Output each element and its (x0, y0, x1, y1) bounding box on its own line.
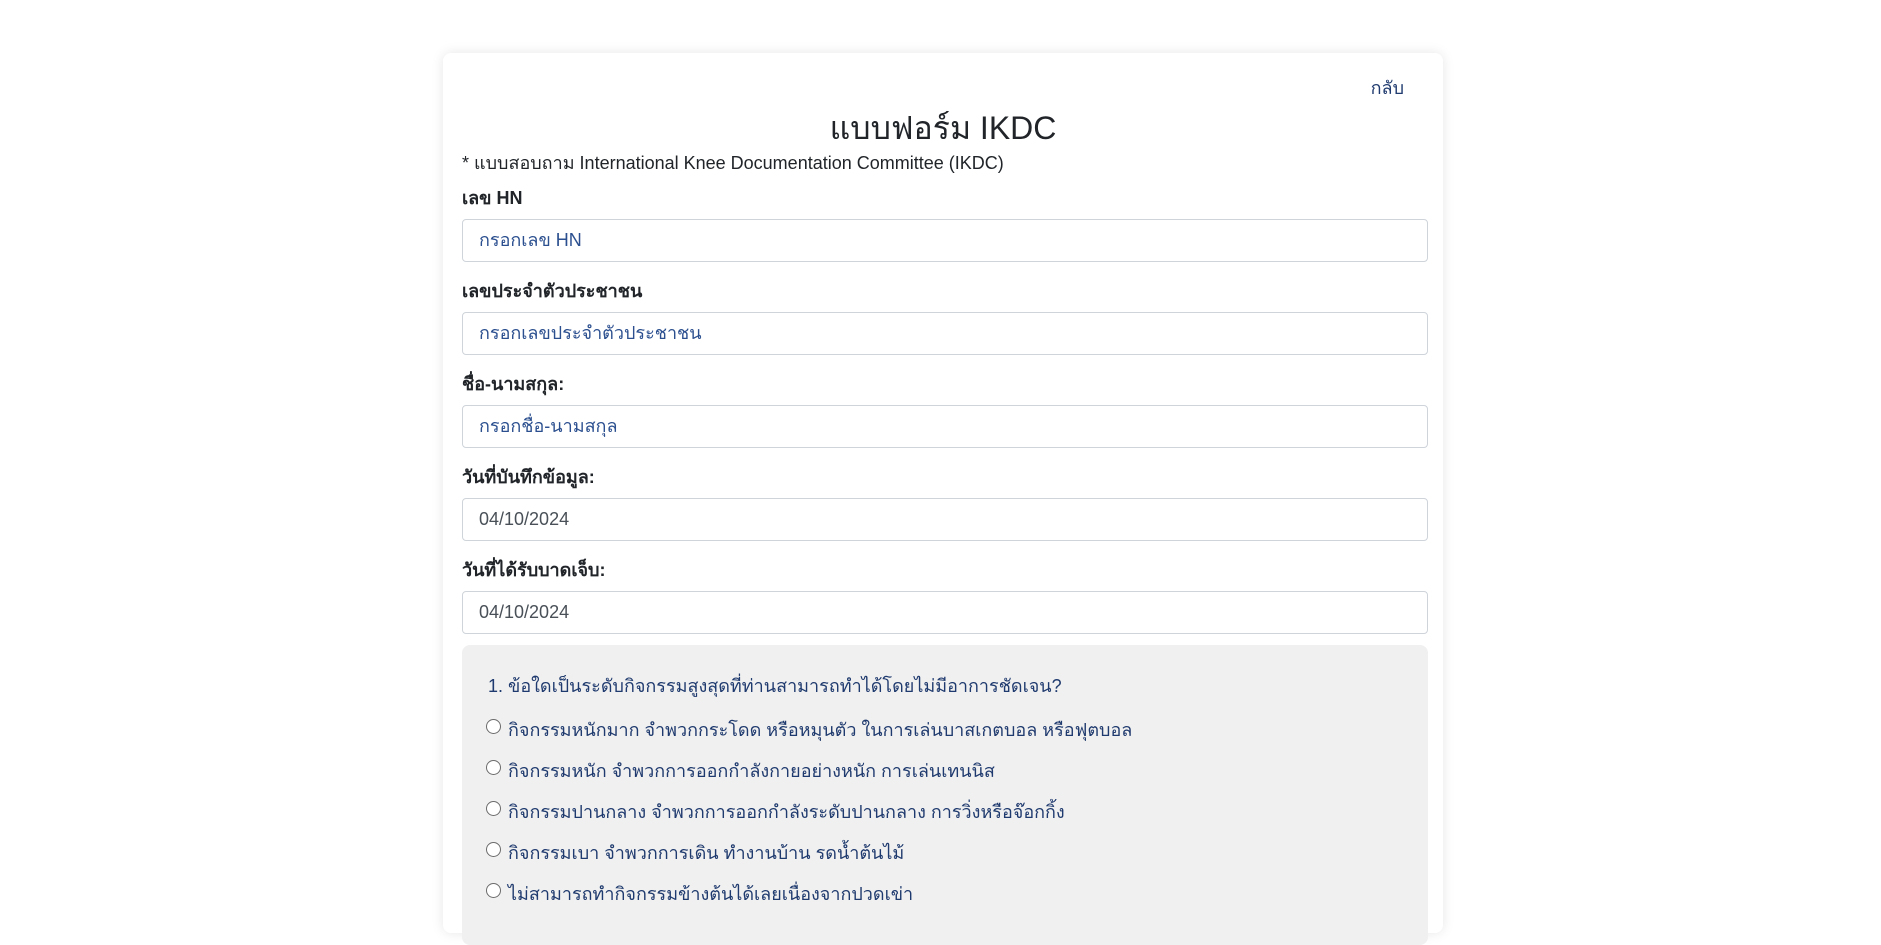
radio-button[interactable] (486, 801, 501, 816)
question-1-text: 1. ข้อใดเป็นระดับกิจกรรมสูงสุดที่ท่านสาม… (488, 676, 1062, 696)
form-subtitle: * แบบสอบถาม International Knee Documenta… (462, 153, 1004, 173)
hn-field-group: เลข HN (462, 183, 1428, 262)
radio-button[interactable] (486, 719, 501, 734)
citizen-id-label: เลขประจำตัวประชาชน (462, 281, 643, 301)
option-label: กิจกรรมเบา จำพวกการเดิน ทำงานบ้าน รดน้ำต… (508, 843, 905, 863)
full-name-label: ชื่อ-นามสกุล: (462, 374, 565, 394)
citizen-id-input[interactable] (462, 312, 1428, 355)
question-1-option[interactable]: กิจกรรมปานกลาง จำพวกการออกกำลังระดับปานก… (486, 791, 1402, 832)
radio-button[interactable] (486, 883, 501, 898)
citizen-id-field-group: เลขประจำตัวประชาชน (462, 276, 1428, 355)
ikdc-form-card: กลับ แบบฟอร์ม IKDC * แบบสอบถาม Internati… (443, 53, 1443, 945)
option-label: กิจกรรมหนักมาก จำพวกกระโดด หรือหมุนตัว ใ… (508, 720, 1133, 740)
page-title: แบบฟอร์ม IKDC (829, 110, 1057, 146)
back-link[interactable]: กลับ (1371, 73, 1404, 102)
full-name-field-group: ชื่อ-นามสกุล: (462, 369, 1428, 448)
question-1-option[interactable]: กิจกรรมเบา จำพวกการเดิน ทำงานบ้าน รดน้ำต… (486, 832, 1402, 873)
record-date-input[interactable] (462, 498, 1428, 541)
record-date-field-group: วันที่บันทึกข้อมูล: (462, 462, 1428, 541)
question-1-panel: 1. ข้อใดเป็นระดับกิจกรรมสูงสุดที่ท่านสาม… (462, 645, 1428, 945)
question-1-option[interactable]: กิจกรรมหนัก จำพวกการออกกำลังกายอย่างหนัก… (486, 750, 1402, 791)
question-1-option[interactable]: กิจกรรมหนักมาก จำพวกกระโดด หรือหมุนตัว ใ… (486, 709, 1402, 750)
radio-button[interactable] (486, 842, 501, 857)
full-name-input[interactable] (462, 405, 1428, 448)
radio-button[interactable] (486, 760, 501, 775)
hn-input[interactable] (462, 219, 1428, 262)
option-label: กิจกรรมปานกลาง จำพวกการออกกำลังระดับปานก… (508, 802, 1065, 822)
option-label: ไม่สามารถทำกิจกรรมข้างต้นได้เลยเนื่องจาก… (508, 884, 914, 904)
hn-label: เลข HN (462, 188, 523, 208)
option-label: กิจกรรมหนัก จำพวกการออกกำลังกายอย่างหนัก… (508, 761, 995, 781)
injury-date-field-group: วันที่ได้รับบาดเจ็บ: (462, 555, 1428, 634)
injury-date-label: วันที่ได้รับบาดเจ็บ: (462, 560, 606, 580)
record-date-label: วันที่บันทึกข้อมูล: (462, 467, 595, 487)
injury-date-input[interactable] (462, 591, 1428, 634)
